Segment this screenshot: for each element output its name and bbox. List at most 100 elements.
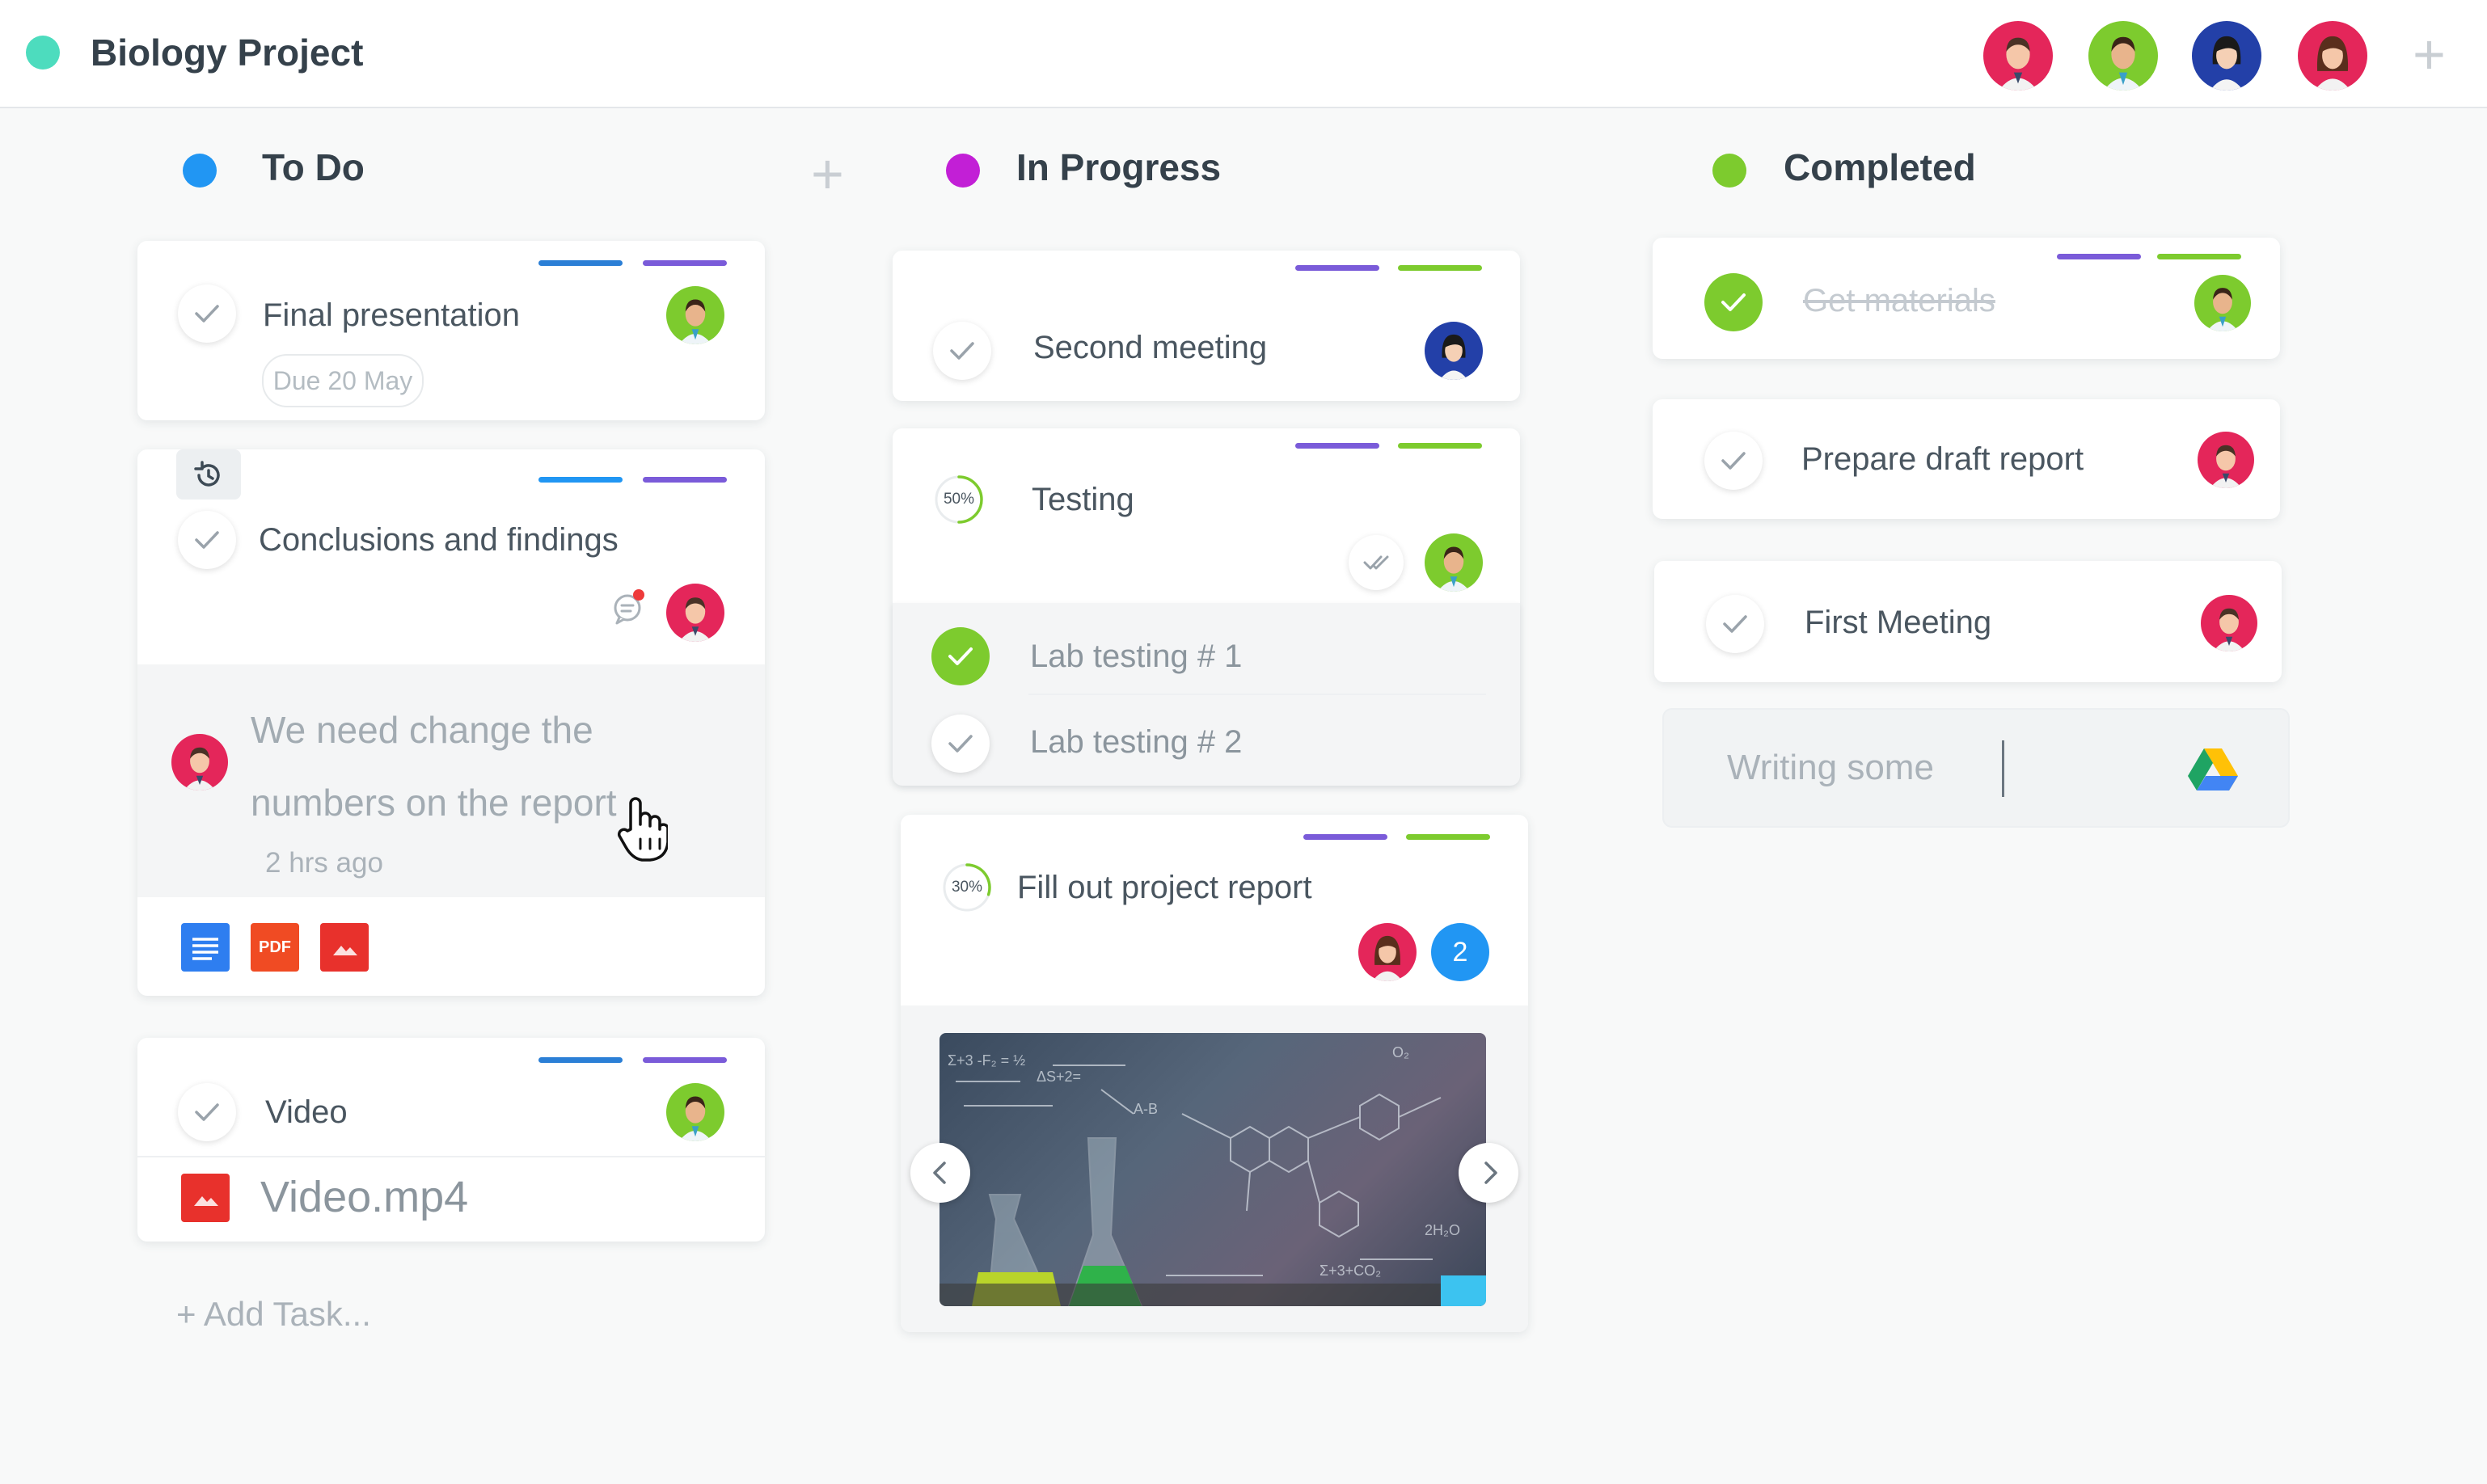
project-color-dot [26, 36, 60, 70]
subtask-label: Lab testing # 2 [1030, 724, 1243, 760]
hand-cursor-icon [616, 794, 669, 863]
progress-ring: 30% [941, 862, 993, 913]
task-card-conclusions[interactable]: Conclusions and findings We need change … [137, 449, 765, 996]
assignee-avatar[interactable] [1358, 923, 1417, 981]
assignee-avatar[interactable] [666, 286, 724, 344]
label-bar-green [1406, 834, 1490, 840]
history-icon [194, 461, 220, 487]
complete-toggle[interactable] [178, 1083, 236, 1141]
label-bar-green [2157, 254, 2241, 259]
check-icon [1721, 452, 1746, 470]
task-card-fill-out-report[interactable]: 30% Fill out project report 2 Σ+3 -F₂ = … [901, 815, 1528, 1332]
google-drive-button[interactable] [2188, 747, 2238, 792]
comment-time: 2 hrs ago [265, 847, 383, 879]
google-docs-attachment[interactable] [181, 923, 230, 972]
assignee-avatar[interactable] [2198, 432, 2254, 488]
label-bar-purple [643, 1057, 727, 1063]
task-card-prepare-draft[interactable]: Prepare draft report [1653, 399, 2280, 519]
in-progress-color-dot [946, 154, 980, 188]
assignee-avatar[interactable] [2194, 275, 2251, 331]
assignee-avatar[interactable] [666, 584, 724, 642]
divider [137, 1156, 765, 1157]
svg-text:O₂: O₂ [1392, 1044, 1409, 1060]
comment-icon [614, 589, 644, 625]
label-bar-purple [643, 477, 727, 483]
task-card-video[interactable]: Video Video.mp4 [137, 1038, 765, 1242]
new-task-input[interactable]: Writing some [1662, 708, 2290, 828]
add-member-button[interactable]: + [2413, 26, 2446, 82]
assignee-avatar[interactable] [666, 1083, 724, 1141]
due-date-badge[interactable]: Due 20 May [262, 354, 424, 407]
comment-button[interactable] [611, 588, 648, 626]
check-icon [195, 305, 219, 323]
label-bar-blue [538, 1057, 623, 1063]
task-card-get-materials[interactable]: Get materials [1653, 238, 2280, 359]
assignee-avatar[interactable] [1425, 322, 1483, 380]
task-card-final-presentation[interactable]: Final presentation Due 20 May [137, 241, 765, 420]
task-card-second-meeting[interactable]: Second meeting [893, 251, 1520, 401]
subtask-toggle[interactable] [931, 715, 990, 773]
label-bar-purple [2057, 254, 2141, 259]
complete-toggle[interactable] [178, 285, 236, 343]
task-title: Final presentation [263, 297, 520, 333]
complete-toggle[interactable] [933, 322, 991, 380]
task-card-first-meeting[interactable]: First Meeting [1654, 561, 2282, 682]
gallery-prev-button[interactable] [910, 1143, 970, 1203]
svg-text:Σ+3+CO₂: Σ+3+CO₂ [1320, 1263, 1381, 1279]
svg-text:ΔS+2=: ΔS+2= [1037, 1069, 1081, 1085]
double-check-button[interactable] [1349, 535, 1404, 590]
divider [1028, 694, 1486, 695]
complete-toggle[interactable] [1706, 595, 1764, 653]
check-icon [1723, 615, 1747, 633]
image-attachment[interactable] [320, 923, 369, 972]
label-bar-purple [1303, 834, 1387, 840]
assignee-count-badge[interactable]: 2 [1431, 923, 1489, 981]
chemistry-image[interactable]: Σ+3 -F₂ = ½ ΔS+2= A-B O₂ 2H₂O Σ+3+CO₂ [939, 1033, 1486, 1306]
assignee-avatar[interactable] [2201, 595, 2257, 651]
task-title: First Meeting [1805, 605, 1992, 640]
member-avatar-2[interactable] [2088, 21, 2158, 91]
subtask-label: Lab testing # 1 [1030, 639, 1243, 674]
pdf-attachment[interactable]: PDF [251, 923, 299, 972]
complete-toggle-done[interactable] [1704, 273, 1763, 331]
video-file-name[interactable]: Video.mp4 [260, 1167, 468, 1227]
member-avatar-3[interactable] [2192, 21, 2261, 91]
check-icon [195, 1103, 219, 1121]
svg-text:2H₂O: 2H₂O [1425, 1222, 1460, 1238]
task-title: Get materials [1803, 283, 1995, 318]
video-file-icon [181, 1174, 230, 1222]
check-icon [195, 531, 219, 549]
add-task-button[interactable]: + Add Task... [176, 1290, 371, 1339]
label-bar-green [1398, 265, 1482, 271]
text-caret [2002, 740, 2004, 797]
check-icon [948, 735, 973, 753]
check-icon [950, 342, 974, 360]
history-button[interactable] [176, 449, 241, 500]
member-avatar-1[interactable] [1983, 21, 2053, 91]
member-avatar-4[interactable] [2298, 21, 2367, 91]
svg-text:Σ+3 -F₂ = ½: Σ+3 -F₂ = ½ [948, 1052, 1025, 1069]
complete-toggle[interactable] [1704, 432, 1763, 490]
todo-color-dot [183, 154, 217, 188]
new-task-input-text: Writing some [1727, 748, 1934, 787]
image-icon [194, 1196, 218, 1206]
check-icon [1721, 293, 1746, 311]
comment-thread: We need change the numbers on the report… [137, 664, 765, 897]
subtask-toggle-done[interactable] [931, 627, 990, 685]
assignee-avatar[interactable] [1425, 533, 1483, 592]
task-title: Testing [1032, 482, 1134, 517]
gallery-next-button[interactable] [1459, 1143, 1518, 1203]
progress-ring: 50% [933, 474, 985, 525]
commenter-avatar [171, 734, 228, 790]
task-title: Conclusions and findings [259, 522, 619, 558]
label-bar-blue [538, 477, 623, 483]
label-bar-green [1398, 443, 1482, 449]
complete-toggle[interactable] [178, 511, 236, 569]
label-bar-purple [643, 260, 727, 266]
todo-column-title: To Do [262, 146, 365, 188]
completed-column-title: Completed [1784, 146, 1976, 188]
comment-text: We need change the numbers on the report [251, 709, 617, 824]
label-bar-purple [1295, 265, 1379, 271]
pdf-icon: PDF [259, 938, 291, 956]
add-column-button[interactable]: + [811, 145, 844, 202]
